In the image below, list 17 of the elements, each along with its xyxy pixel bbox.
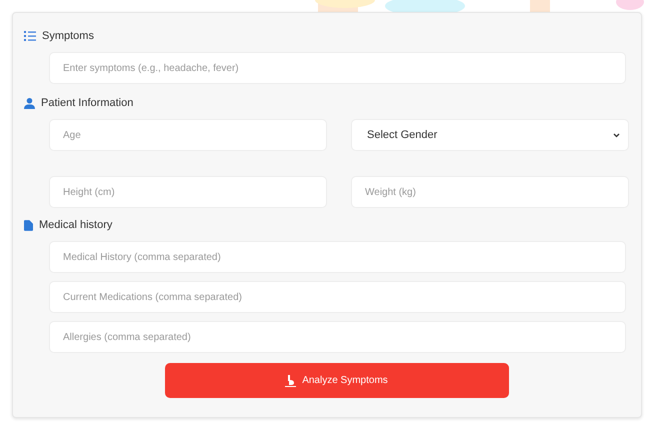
analyze-button[interactable]: Analyze Symptoms — [164, 363, 508, 398]
chevron-down-icon — [613, 132, 620, 138]
input-field[interactable]: Current Medications (comma separated) — [49, 281, 626, 313]
microscope-icon — [285, 374, 296, 386]
input-field[interactable]: Height (cm) — [49, 176, 327, 208]
document-icon — [24, 220, 33, 230]
input-field[interactable]: Weight (kg) — [351, 176, 629, 208]
list-icon — [24, 31, 36, 41]
section-title: Medical history — [39, 219, 112, 231]
section-title: Patient Information — [41, 97, 134, 109]
input-field[interactable]: Medical History (comma separated) — [49, 241, 626, 273]
section-title: Symptoms — [42, 30, 94, 42]
gender-select[interactable]: Select Gender — [351, 119, 629, 151]
input-field[interactable]: Age — [49, 119, 327, 151]
user-icon — [24, 98, 35, 108]
input-field[interactable]: Enter symptoms (e.g., headache, fever) — [49, 52, 626, 84]
input-field[interactable]: Allergies (comma separated) — [49, 321, 626, 353]
